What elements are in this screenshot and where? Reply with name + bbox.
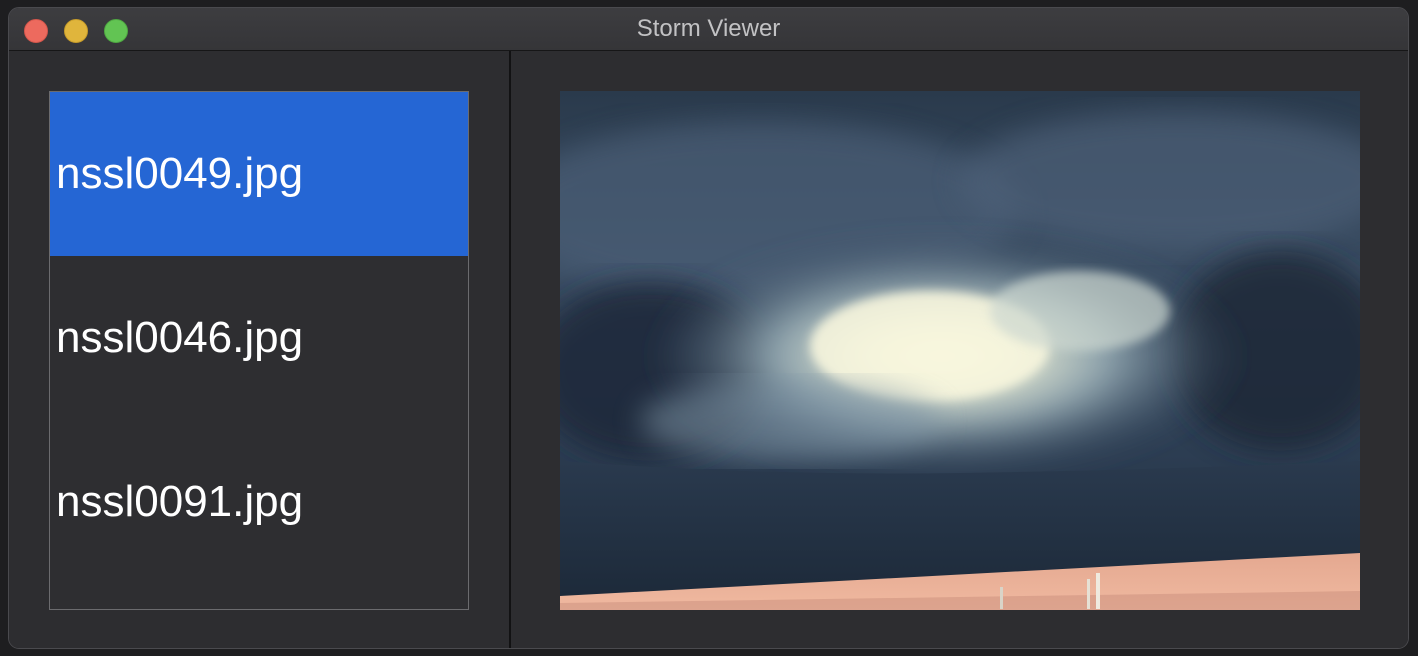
app-window: Storm Viewer nssl0049.jpg nssl0046.jpg n… xyxy=(8,7,1409,649)
list-item[interactable]: nssl0091.jpg xyxy=(50,420,468,584)
split-divider[interactable] xyxy=(509,51,511,648)
window-title: Storm Viewer xyxy=(636,15,781,42)
storm-image-preview xyxy=(560,91,1360,610)
title-bar[interactable]: Storm Viewer xyxy=(9,8,1408,51)
list-item[interactable]: nssl0046.jpg xyxy=(50,256,468,420)
list-item[interactable]: nssl0049.jpg xyxy=(50,92,468,256)
storm-cloud-image xyxy=(560,91,1360,610)
file-list[interactable]: nssl0049.jpg nssl0046.jpg nssl0091.jpg xyxy=(49,91,469,610)
split-view: nssl0049.jpg nssl0046.jpg nssl0091.jpg xyxy=(9,51,1408,648)
